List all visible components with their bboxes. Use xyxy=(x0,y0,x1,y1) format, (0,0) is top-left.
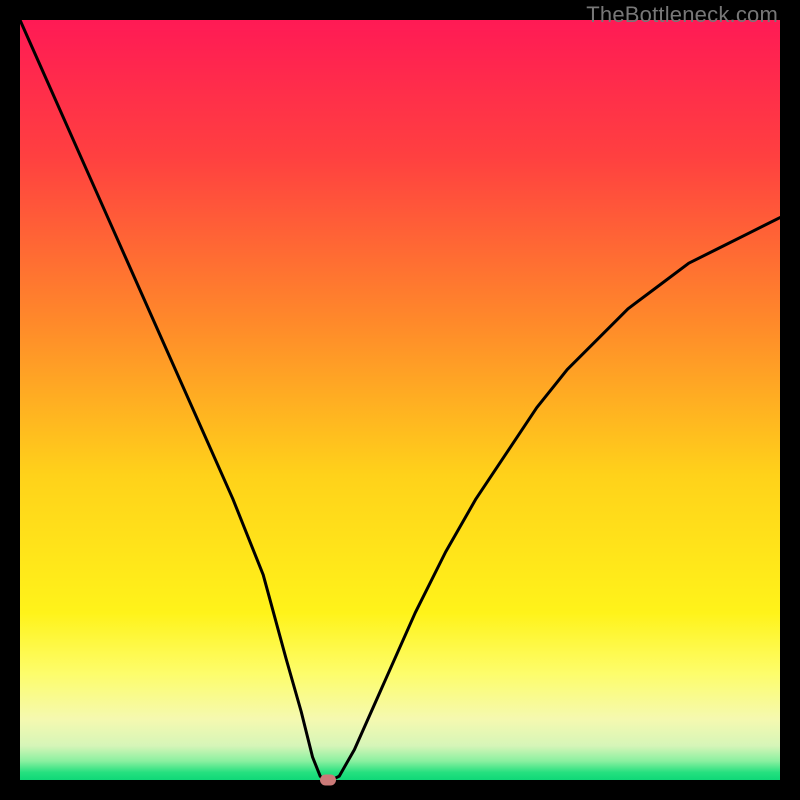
watermark-text: TheBottleneck.com xyxy=(586,2,778,28)
chart-frame xyxy=(20,20,780,780)
bottleneck-chart xyxy=(20,20,780,780)
chart-background-gradient xyxy=(20,20,780,780)
optimal-point-marker xyxy=(320,775,336,786)
